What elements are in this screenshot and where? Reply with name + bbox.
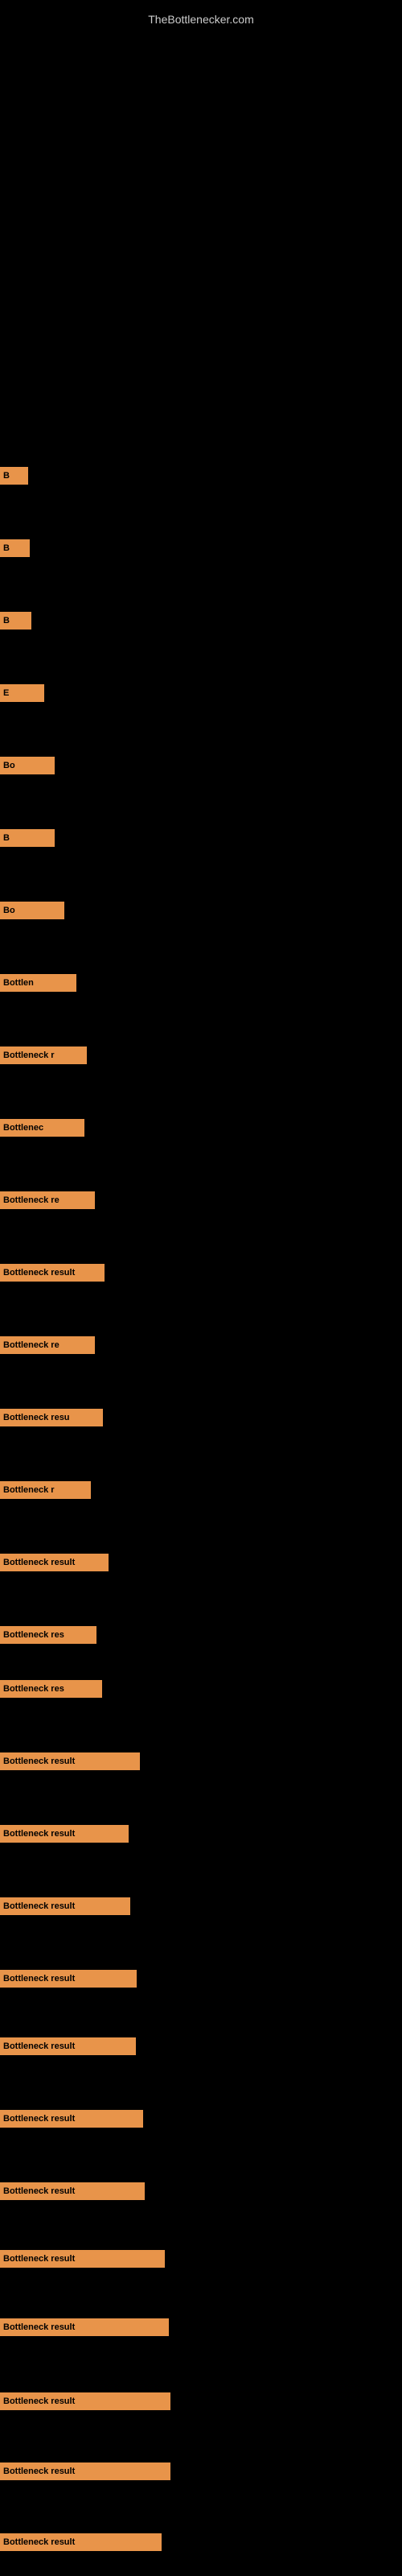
bar-container-5: Bo [0, 757, 55, 774]
bar-label-27: Bottleneck result [3, 2322, 75, 2332]
bar-container-3: B [0, 612, 31, 630]
bar-container-10: Bottlenec [0, 1119, 84, 1137]
bar-container-6: B [0, 829, 55, 847]
bar-label-16: Bottleneck result [3, 1558, 75, 1567]
bar-container-11: Bottleneck re [0, 1191, 95, 1209]
bar-label-9: Bottleneck r [3, 1051, 55, 1060]
bar-container-18: Bottleneck res [0, 1680, 102, 1698]
bar-container-9: Bottleneck r [0, 1046, 87, 1064]
bar-label-30: Bottleneck result [3, 2537, 75, 2547]
bar-container-30: Bottleneck result [0, 2533, 162, 2551]
bar-container-15: Bottleneck r [0, 1481, 91, 1499]
bar-container-16: Bottleneck result [0, 1554, 109, 1571]
bar-container-28: Bottleneck result [0, 2392, 170, 2410]
bar-container-21: Bottleneck result [0, 1897, 130, 1915]
bar-container-13: Bottleneck re [0, 1336, 95, 1354]
bar-label-29: Bottleneck result [3, 2467, 75, 2476]
bar-label-5: Bo [3, 761, 15, 770]
bar-5: Bo [0, 757, 55, 774]
bar-25: Bottleneck result [0, 2182, 145, 2200]
bar-12: Bottleneck result [0, 1264, 105, 1282]
bar-container-22: Bottleneck result [0, 1970, 137, 1988]
bar-container-26: Bottleneck result [0, 2250, 165, 2268]
bar-label-17: Bottleneck res [3, 1630, 64, 1640]
bar-26: Bottleneck result [0, 2250, 165, 2268]
bar-8: Bottlen [0, 974, 76, 992]
bar-17: Bottleneck res [0, 1626, 96, 1644]
bar-21: Bottleneck result [0, 1897, 130, 1915]
bar-4: E [0, 684, 44, 702]
bar-label-8: Bottlen [3, 978, 34, 988]
bar-label-12: Bottleneck result [3, 1268, 75, 1278]
bar-container-17: Bottleneck res [0, 1626, 96, 1644]
bar-9: Bottleneck r [0, 1046, 87, 1064]
bar-13: Bottleneck re [0, 1336, 95, 1354]
bar-22: Bottleneck result [0, 1970, 137, 1988]
bar-label-1: B [3, 471, 10, 481]
bar-29: Bottleneck result [0, 2462, 170, 2480]
bar-label-22: Bottleneck result [3, 1974, 75, 1984]
bar-15: Bottleneck r [0, 1481, 91, 1499]
bar-container-23: Bottleneck result [0, 2037, 136, 2055]
bar-container-27: Bottleneck result [0, 2318, 169, 2336]
bar-label-14: Bottleneck resu [3, 1413, 70, 1422]
bar-20: Bottleneck result [0, 1825, 129, 1843]
bar-label-25: Bottleneck result [3, 2186, 75, 2196]
bar-27: Bottleneck result [0, 2318, 169, 2336]
bar-label-23: Bottleneck result [3, 2041, 75, 2051]
site-title: TheBottlenecker.com [0, 6, 402, 32]
bar-24: Bottleneck result [0, 2110, 143, 2128]
bar-label-3: B [3, 616, 10, 625]
bar-label-24: Bottleneck result [3, 2114, 75, 2124]
bar-7: Bo [0, 902, 64, 919]
bar-label-21: Bottleneck result [3, 1901, 75, 1911]
bar-6: B [0, 829, 55, 847]
bar-container-25: Bottleneck result [0, 2182, 145, 2200]
bar-container-2: B [0, 539, 30, 557]
bar-19: Bottleneck result [0, 1752, 140, 1770]
bar-label-4: E [3, 688, 9, 698]
bar-3: B [0, 612, 31, 630]
bar-container-19: Bottleneck result [0, 1752, 140, 1770]
bar-30: Bottleneck result [0, 2533, 162, 2551]
bar-18: Bottleneck res [0, 1680, 102, 1698]
bar-2: B [0, 539, 30, 557]
bar-23: Bottleneck result [0, 2037, 136, 2055]
bar-label-10: Bottlenec [3, 1123, 43, 1133]
bar-label-26: Bottleneck result [3, 2254, 75, 2264]
bar-container-4: E [0, 684, 44, 702]
bar-label-19: Bottleneck result [3, 1757, 75, 1766]
bar-28: Bottleneck result [0, 2392, 170, 2410]
bar-10: Bottlenec [0, 1119, 84, 1137]
bar-11: Bottleneck re [0, 1191, 95, 1209]
bar-label-28: Bottleneck result [3, 2396, 75, 2406]
bar-14: Bottleneck resu [0, 1409, 103, 1426]
bar-1: B [0, 467, 28, 485]
bar-label-2: B [3, 543, 10, 553]
bar-container-8: Bottlen [0, 974, 76, 992]
bar-container-1: B [0, 467, 28, 485]
bar-container-12: Bottleneck result [0, 1264, 105, 1282]
bar-16: Bottleneck result [0, 1554, 109, 1571]
bar-container-14: Bottleneck resu [0, 1409, 103, 1426]
bar-container-24: Bottleneck result [0, 2110, 143, 2128]
bar-label-15: Bottleneck r [3, 1485, 55, 1495]
bar-label-11: Bottleneck re [3, 1195, 59, 1205]
bar-container-20: Bottleneck result [0, 1825, 129, 1843]
bar-label-18: Bottleneck res [3, 1684, 64, 1694]
bar-label-20: Bottleneck result [3, 1829, 75, 1839]
bar-label-13: Bottleneck re [3, 1340, 59, 1350]
bar-label-6: B [3, 833, 10, 843]
bar-container-7: Bo [0, 902, 64, 919]
bar-label-7: Bo [3, 906, 15, 915]
bar-container-29: Bottleneck result [0, 2462, 170, 2480]
